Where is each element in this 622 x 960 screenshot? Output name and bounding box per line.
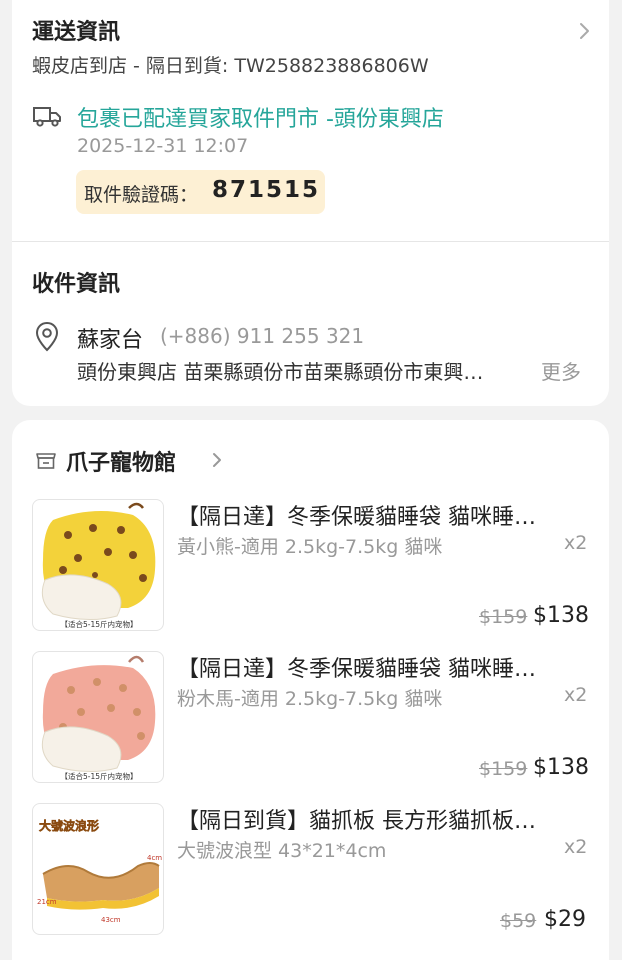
scratch-board-image: 大號波浪形 4cm 21cm 43cm [37, 818, 162, 924]
shop-icon [36, 453, 56, 469]
product-thumbnail[interactable]: 【适合5-15斤内宠物】 [32, 499, 164, 631]
thumbnail-caption: 大號波浪形 [39, 818, 99, 833]
original-price: $159 [479, 758, 528, 780]
product-quantity: x2 [564, 532, 588, 554]
receiver-phone: (+886) 911 255 321 [160, 324, 365, 348]
thumbnail-caption: 【适合5-15斤内宠物】 [60, 771, 137, 781]
product-variant: 黃小熊-適用 2.5kg-7.5kg 貓咪 [177, 536, 443, 558]
truck-icon [33, 107, 61, 127]
product-title[interactable]: 【隔日達】冬季保暖貓睡袋 貓咪睡… [177, 651, 587, 683]
receiver-name: 蘇家台 [77, 328, 144, 353]
dimension-label: 21cm [37, 898, 57, 906]
sale-price: $29 [544, 907, 586, 932]
delivery-status-time: 2025-12-31 12:07 [77, 135, 249, 157]
sleeping-bag-image: 【适合5-15斤内宠物】 [41, 502, 156, 629]
product-item[interactable]: 【适合5-15斤内宠物】 【隔日達】冬季保暖貓睡袋 貓咪睡… 粉木馬-適用 2.… [12, 651, 609, 785]
address-more-link[interactable]: 更多 [541, 356, 581, 385]
receiver-address: 頭份東興店 苗栗縣頭份市苗栗縣頭份市東興… [77, 360, 484, 384]
original-price: $159 [479, 606, 528, 628]
shipping-subtitle: 蝦皮店到店 - 隔日到貨: TW258823886806W [32, 55, 429, 77]
order-info-card: 運送資訊 蝦皮店到店 - 隔日到貨: TW258823886806W 包裹已配達… [12, 0, 609, 406]
original-price: $59 [500, 910, 537, 932]
dimension-label: 4cm [147, 854, 162, 862]
product-thumbnail[interactable]: 大號波浪形 4cm 21cm 43cm [32, 803, 164, 935]
chevron-right-icon[interactable] [573, 20, 595, 42]
section-divider [12, 241, 609, 242]
shipping-title: 運送資訊 [32, 20, 121, 45]
product-quantity: x2 [564, 836, 588, 858]
dimension-label: 43cm [101, 916, 121, 924]
shop-card: 爪子寵物館 【适合5-15斤内宠物】 【隔日達】冬季保暖貓睡袋 貓咪睡… 黃小熊… [12, 420, 609, 960]
pickup-code-value: 871515 [212, 177, 321, 203]
location-pin-icon [35, 321, 59, 352]
product-variant: 大號波浪型 43*21*4cm [177, 840, 387, 862]
sale-price: $138 [533, 603, 589, 628]
shop-name[interactable]: 爪子寵物館 [66, 445, 176, 477]
product-title[interactable]: 【隔日達】冬季保暖貓睡袋 貓咪睡… [177, 499, 587, 531]
delivery-status: 包裹已配達買家取件門市 -頭份東興店 [77, 107, 444, 132]
thumbnail-caption: 【适合5-15斤内宠物】 [60, 619, 137, 629]
product-variant: 粉木馬-適用 2.5kg-7.5kg 貓咪 [177, 688, 443, 710]
product-quantity: x2 [564, 684, 588, 706]
chevron-right-icon[interactable] [207, 450, 227, 470]
product-title[interactable]: 【隔日到貨】貓抓板 長方形貓抓板… [177, 803, 587, 835]
product-item[interactable]: 【适合5-15斤内宠物】 【隔日達】冬季保暖貓睡袋 貓咪睡… 黃小熊-適用 2.… [12, 499, 609, 633]
receiver-title: 收件資訊 [32, 272, 121, 297]
product-thumbnail[interactable]: 【适合5-15斤内宠物】 [32, 651, 164, 783]
sleeping-bag-image: 【适合5-15斤内宠物】 [41, 655, 156, 781]
pickup-code-label: 取件驗證碼： [84, 184, 199, 206]
sale-price: $138 [533, 755, 589, 780]
product-item[interactable]: 大號波浪形 4cm 21cm 43cm 【隔日到貨】貓抓板 長方形貓抓板… 大號… [12, 803, 609, 937]
pickup-code-badge: 取件驗證碼： 871515 [76, 170, 325, 214]
